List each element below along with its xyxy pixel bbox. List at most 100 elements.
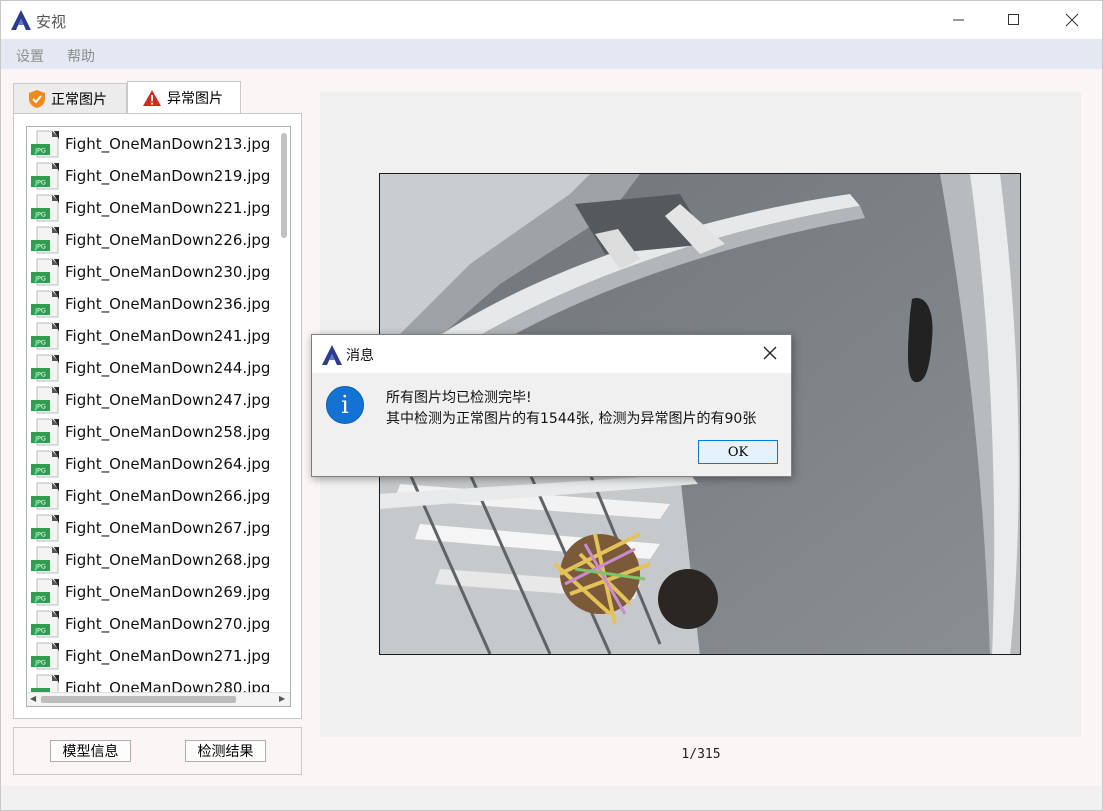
list-item[interactable]: JPG Fight_OneManDown247.jpg — [30, 384, 270, 416]
menu-help[interactable]: 帮助 — [67, 46, 95, 66]
scroll-right-arrow-icon[interactable]: ▶ — [279, 694, 285, 703]
jpg-file-icon: JPG — [31, 546, 59, 574]
file-name-label: Fight_OneManDown258.jpg — [65, 423, 271, 441]
svg-text:JPG: JPG — [34, 339, 46, 347]
minimize-button[interactable] — [931, 1, 987, 39]
list-item[interactable]: JPG Fight_OneManDown267.jpg — [30, 512, 270, 544]
close-window-button[interactable] — [1044, 1, 1100, 39]
tab-abnormal-label: 异常图片 — [167, 91, 223, 107]
svg-text:JPG: JPG — [34, 467, 46, 475]
maximize-icon — [1008, 14, 1019, 25]
file-name-label: Fight_OneManDown226.jpg — [65, 231, 271, 249]
svg-text:JPG: JPG — [34, 307, 46, 315]
file-name-label: Fight_OneManDown230.jpg — [65, 263, 271, 281]
list-item[interactable]: JPG Fight_OneManDown213.jpg — [30, 128, 270, 160]
svg-text:JPG: JPG — [34, 243, 46, 251]
list-item[interactable]: JPG Fight_OneManDown226.jpg — [30, 224, 270, 256]
jpg-file-icon: JPG — [31, 450, 59, 478]
file-name-label: Fight_OneManDown270.jpg — [65, 615, 271, 633]
detect-result-button[interactable]: 检测结果 — [185, 740, 266, 762]
file-name-label: Fight_OneManDown267.jpg — [65, 519, 271, 537]
file-name-label: Fight_OneManDown241.jpg — [65, 327, 271, 345]
model-info-button[interactable]: 模型信息 — [50, 740, 131, 762]
info-icon: i — [326, 386, 364, 424]
jpg-file-icon: JPG — [31, 258, 59, 286]
menu-bar: 设置 帮助 — [1, 39, 1102, 69]
list-item[interactable]: JPG Fight_OneManDown221.jpg — [30, 192, 270, 224]
list-item[interactable]: JPG Fight_OneManDown236.jpg — [30, 288, 270, 320]
jpg-file-icon: JPG — [31, 130, 59, 158]
list-item[interactable]: JPG Fight_OneManDown219.jpg — [30, 160, 270, 192]
jpg-file-icon: JPG — [31, 194, 59, 222]
svg-text:JPG: JPG — [34, 627, 46, 635]
jpg-file-icon: JPG — [31, 610, 59, 638]
jpg-file-icon: JPG — [31, 642, 59, 670]
jpg-file-icon: JPG — [31, 322, 59, 350]
action-button-panel: 模型信息 检测结果 — [13, 727, 302, 775]
ok-button[interactable]: OK — [698, 440, 778, 464]
menu-settings[interactable]: 设置 — [16, 46, 44, 66]
list-item[interactable]: JPG Fight_OneManDown271.jpg — [30, 640, 270, 672]
jpg-file-icon: JPG — [31, 290, 59, 318]
svg-text:JPG: JPG — [34, 403, 46, 411]
jpg-file-icon: JPG — [31, 386, 59, 414]
file-name-label: Fight_OneManDown213.jpg — [65, 135, 271, 153]
list-item[interactable]: JPG Fight_OneManDown244.jpg — [30, 352, 270, 384]
file-name-label: Fight_OneManDown219.jpg — [65, 167, 271, 185]
dialog-close-icon[interactable] — [761, 344, 779, 362]
list-item[interactable]: JPG Fight_OneManDown270.jpg — [30, 608, 270, 640]
list-item[interactable]: JPG Fight_OneManDown264.jpg — [30, 448, 270, 480]
list-item[interactable]: JPG Fight_OneManDown266.jpg — [30, 480, 270, 512]
svg-text:JPG: JPG — [34, 179, 46, 187]
svg-text:JPG: JPG — [34, 659, 46, 667]
jpg-file-icon: JPG — [31, 482, 59, 510]
list-item[interactable]: JPG Fight_OneManDown269.jpg — [30, 576, 270, 608]
svg-text:JPG: JPG — [34, 563, 46, 571]
window-title: 安视 — [36, 13, 67, 31]
vertical-scrollbar[interactable] — [278, 127, 290, 693]
list-item[interactable]: JPG Fight_OneManDown258.jpg — [30, 416, 270, 448]
dialog-title-bar: 消息 — [312, 335, 791, 373]
file-name-label: Fight_OneManDown244.jpg — [65, 359, 271, 377]
horizontal-scrollbar[interactable]: ◀ ▶ — [27, 692, 290, 706]
jpg-file-icon: JPG — [31, 226, 59, 254]
svg-text:JPG: JPG — [34, 275, 46, 283]
file-name-label: Fight_OneManDown247.jpg — [65, 391, 271, 409]
dialog-message-line2: 其中检测为正常图片的有1544张, 检测为异常图片的有90张 — [386, 411, 757, 427]
shield-check-icon — [29, 90, 45, 108]
dialog-message-line1: 所有图片均已检测完毕! — [386, 390, 532, 406]
file-name-label: Fight_OneManDown269.jpg — [65, 583, 271, 601]
file-name-label: Fight_OneManDown266.jpg — [65, 487, 271, 505]
jpg-file-icon: JPG — [31, 578, 59, 606]
file-name-label: Fight_OneManDown264.jpg — [65, 455, 271, 473]
list-item[interactable]: JPG Fight_OneManDown268.jpg — [30, 544, 270, 576]
svg-text:JPG: JPG — [34, 499, 46, 507]
horizontal-scroll-thumb[interactable] — [41, 696, 236, 703]
jpg-file-icon: JPG — [31, 418, 59, 446]
tab-abnormal-images[interactable]: 异常图片 — [127, 81, 241, 114]
file-list-panel: JPGFight_OneManDown280.jpgJPGFight_OneMa… — [13, 113, 302, 719]
svg-text:JPG: JPG — [34, 435, 46, 443]
warning-icon — [143, 90, 161, 106]
message-dialog: 消息 i 所有图片均已检测完毕! 其中检测为正常图片的有1544张, 检测为异常… — [311, 334, 792, 477]
status-bar — [1, 786, 1102, 810]
app-logo-icon — [322, 345, 342, 365]
scroll-left-arrow-icon[interactable]: ◀ — [30, 694, 36, 703]
list-item[interactable]: JPG Fight_OneManDown241.jpg — [30, 320, 270, 352]
svg-text:JPG: JPG — [34, 531, 46, 539]
svg-text:JPG: JPG — [34, 147, 46, 155]
vertical-scroll-thumb[interactable] — [281, 133, 287, 238]
tab-normal-images[interactable]: 正常图片 — [13, 83, 127, 114]
dialog-title: 消息 — [346, 348, 374, 364]
maximize-button[interactable] — [986, 1, 1042, 39]
svg-text:JPG: JPG — [34, 211, 46, 219]
jpg-file-icon: JPG — [31, 514, 59, 542]
title-bar: 安视 — [1, 1, 1102, 39]
file-list[interactable]: JPGFight_OneManDown280.jpgJPGFight_OneMa… — [26, 126, 291, 707]
file-name-label: Fight_OneManDown221.jpg — [65, 199, 271, 217]
tab-normal-label: 正常图片 — [51, 92, 107, 108]
list-item[interactable]: JPG Fight_OneManDown230.jpg — [30, 256, 270, 288]
jpg-file-icon: JPG — [31, 162, 59, 190]
close-icon — [1065, 13, 1079, 27]
minimize-icon — [953, 19, 964, 21]
